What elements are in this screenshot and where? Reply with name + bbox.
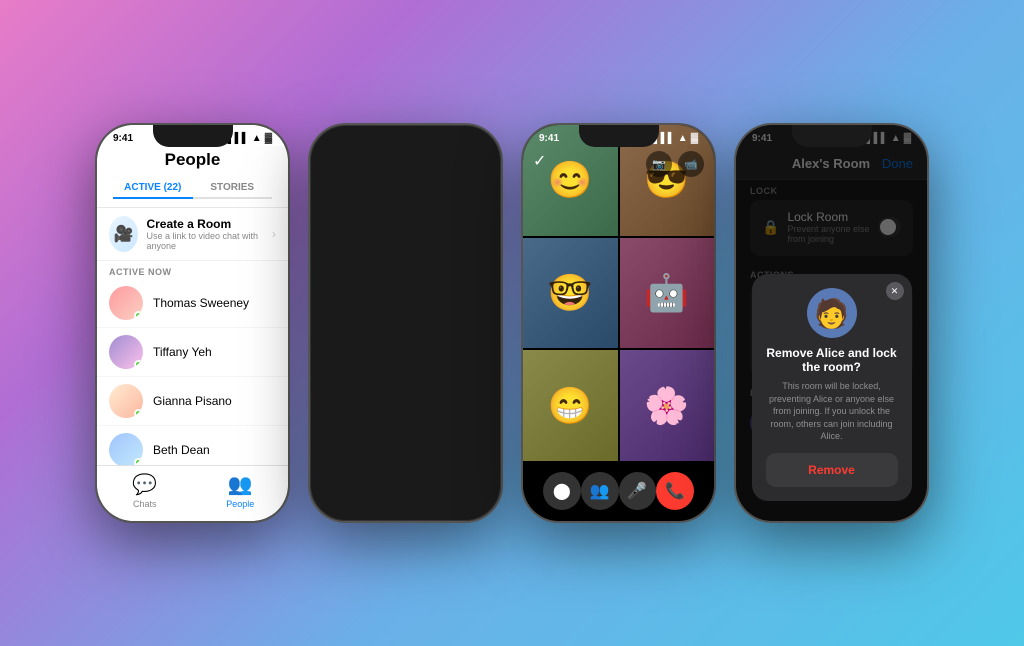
contact-name: Thomas Sweeney (153, 296, 249, 310)
modal-title: Remove Alice and lock the room? (766, 346, 898, 374)
phones-container: 9:41 ▌▌▌ ▲ ▓ People ACTIVE (22) STORIES … (75, 103, 949, 543)
phone3-top-btns: 📷 📹 (646, 151, 704, 177)
create-room-label: Create a Room (146, 217, 264, 231)
remove-button[interactable]: Remove (766, 453, 898, 487)
phone-3: 9:41 ▌▌▌ ▲ ▓ ✓ 📷 📹 😊 😎 🤓 🤖 😁 (521, 123, 716, 523)
add-person-btn[interactable]: 👥 (581, 472, 619, 510)
list-item[interactable]: Gianna Pisano (97, 377, 288, 426)
modal-close-button[interactable]: ✕ (886, 282, 904, 300)
active-dot (134, 409, 143, 418)
phone-1: 9:41 ▌▌▌ ▲ ▓ People ACTIVE (22) STORIES … (95, 123, 290, 523)
nav-people-label: People (226, 499, 254, 509)
wifi-icon: ▲ (678, 133, 688, 144)
create-room-icon: 🎥 (109, 216, 138, 252)
contact-name: Gianna Pisano (153, 394, 232, 408)
battery-icon: ▓ (691, 133, 698, 144)
bottom-nav: 💬 Chats 👥 People (97, 465, 288, 521)
remove-modal-overlay: ✕ 🧑 Remove Alice and lock the room? This… (736, 125, 927, 521)
phone1-header: People ACTIVE (22) STORIES (97, 146, 288, 208)
phone3-status-icons: ▌▌▌ ▲ ▓ (654, 133, 698, 144)
video-person-4: 🤖 (620, 238, 715, 349)
create-room-item[interactable]: 🎥 Create a Room Use a link to video chat… (97, 208, 288, 261)
camera-flip-btn[interactable]: 📷 (646, 151, 672, 177)
people-icon: 👥 (228, 472, 253, 497)
active-dot (134, 311, 143, 320)
camera-control-btn[interactable]: ⬤ (543, 472, 581, 510)
phone3-time: 9:41 (539, 133, 559, 144)
video-cell-5: 😁 (523, 350, 618, 461)
nav-people[interactable]: 👥 People (193, 472, 289, 509)
avatar (109, 286, 143, 320)
avatar (109, 433, 143, 467)
active-dot (134, 360, 143, 369)
video-person-5: 😁 (523, 350, 618, 461)
wifi-icon: ▲ (252, 133, 262, 144)
nav-chats[interactable]: 💬 Chats (97, 472, 193, 509)
tab-stories[interactable]: STORIES (193, 178, 273, 197)
avatar (109, 335, 143, 369)
active-now-label: ACTIVE NOW (97, 261, 288, 279)
remove-modal: ✕ 🧑 Remove Alice and lock the room? This… (752, 274, 912, 501)
video-person-3: 🤓 (523, 238, 618, 349)
avatar (109, 384, 143, 418)
phone1-time: 9:41 (113, 133, 133, 144)
phone3-notch (579, 125, 659, 147)
phone4-notch (792, 125, 872, 147)
call-controls: ⬤ 👥 🎤 📞 (523, 461, 714, 521)
end-call-btn[interactable]: 📞 (656, 472, 694, 510)
phone4-screen: 9:41 ▌▌▌ ▲ ▓ Alex's Room Done LOCK 🔒 (736, 125, 927, 521)
video-call-btn[interactable]: 📹 (678, 151, 704, 177)
alice-avatar: 🧑 (807, 288, 857, 338)
phone1-screen: 9:41 ▌▌▌ ▲ ▓ People ACTIVE (22) STORIES … (97, 125, 288, 521)
phone3-screen: 9:41 ▌▌▌ ▲ ▓ ✓ 📷 📹 😊 😎 🤓 🤖 😁 (523, 125, 714, 521)
battery-icon: ▓ (265, 133, 272, 144)
contact-name: Beth Dean (153, 443, 210, 457)
video-cell-6: 🌸 (620, 350, 715, 461)
phone-2: 9:41 ▌▌▌ ▲ ▓ ⌄ 📷 📹 ✕ 😄 Invi (308, 123, 503, 523)
list-item[interactable]: Thomas Sweeney (97, 279, 288, 328)
create-room-sublabel: Use a link to video chat with anyone (146, 231, 264, 251)
modal-body: This room will be locked, preventing Ali… (766, 380, 898, 443)
phone1-title: People (113, 150, 272, 170)
chevron-right-icon: › (272, 227, 276, 241)
phone1-tabs[interactable]: ACTIVE (22) STORIES (113, 178, 272, 199)
contact-name: Tiffany Yeh (153, 345, 212, 359)
list-item[interactable]: Tiffany Yeh (97, 328, 288, 377)
video-cell-4: 🤖 (620, 238, 715, 349)
phone-4: 9:41 ▌▌▌ ▲ ▓ Alex's Room Done LOCK 🔒 (734, 123, 929, 523)
mute-btn[interactable]: 🎤 (619, 472, 657, 510)
tab-active[interactable]: ACTIVE (22) (113, 178, 193, 199)
create-room-text: Create a Room Use a link to video chat w… (146, 217, 264, 251)
video-person-6: 🌸 (620, 350, 715, 461)
phone1-status-icons: ▌▌▌ ▲ ▓ (228, 133, 272, 144)
phone1-notch (153, 125, 233, 147)
chats-icon: 💬 (132, 472, 157, 497)
check-icon[interactable]: ✓ (533, 151, 546, 171)
nav-chats-label: Chats (133, 499, 157, 509)
video-cell-3: 🤓 (523, 238, 618, 349)
